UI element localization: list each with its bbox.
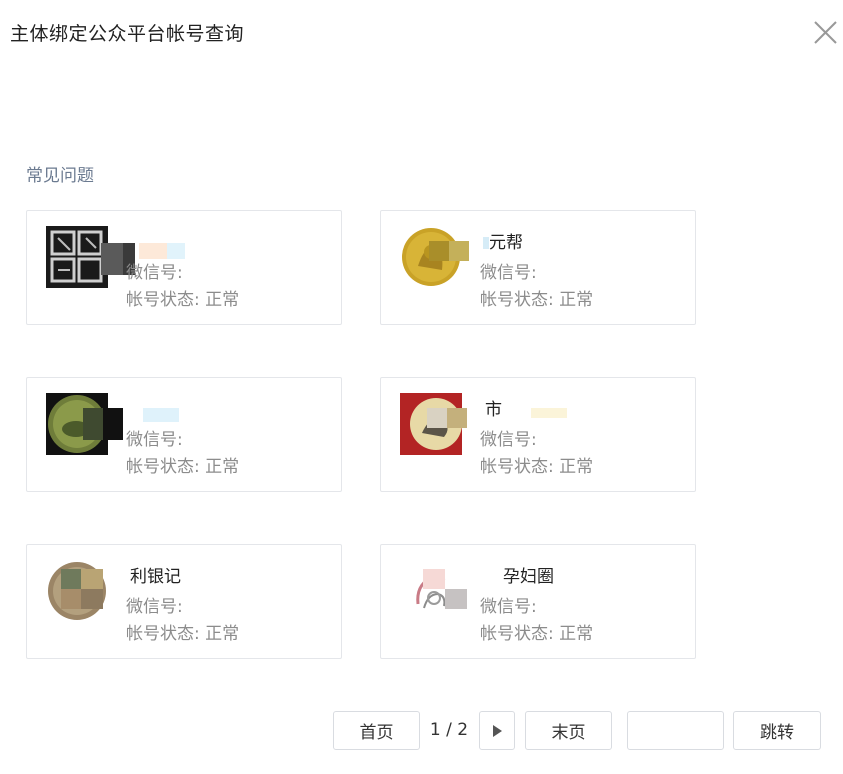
account-name: 市	[485, 400, 502, 420]
page-jump-input[interactable]	[627, 711, 724, 750]
jump-button[interactable]: 跳转	[733, 711, 821, 750]
section-label: 常见问题	[26, 166, 94, 186]
redaction-block	[167, 243, 185, 259]
account-status: 帐号状态: 正常	[126, 624, 240, 644]
first-page-button[interactable]: 首页	[333, 711, 420, 750]
account-status: 帐号状态: 正常	[480, 290, 594, 310]
account-wechat-id: 微信号:	[126, 430, 183, 450]
account-name: 孕妇圈	[503, 567, 554, 587]
redaction-block	[81, 589, 103, 609]
account-wechat-id: 微信号:	[480, 263, 537, 283]
redaction-block	[61, 569, 81, 589]
next-page-button[interactable]	[479, 711, 515, 750]
account-status: 帐号状态: 正常	[126, 290, 240, 310]
page-indicator: 1 / 2	[429, 720, 469, 740]
account-status: 帐号状态: 正常	[480, 624, 594, 644]
redaction-block	[445, 589, 467, 609]
redaction-block	[103, 408, 123, 440]
seal-stamp-avatar	[46, 226, 108, 288]
redaction-block	[143, 408, 179, 422]
close-icon[interactable]	[810, 17, 840, 47]
redaction-block	[139, 243, 167, 259]
redaction-block	[531, 408, 567, 418]
account-status: 帐号状态: 正常	[480, 457, 594, 477]
account-wechat-id: 微信号:	[126, 263, 183, 283]
last-page-button[interactable]: 末页	[525, 711, 612, 750]
redaction-block	[429, 241, 449, 261]
redaction-block	[423, 569, 445, 589]
account-card[interactable]: 微信号: 帐号状态: 正常	[26, 377, 342, 492]
triangle-right-icon	[493, 724, 502, 737]
redaction-block	[427, 408, 447, 428]
account-card[interactable]: 孕妇圈 微信号: 帐号状态: 正常	[380, 544, 696, 659]
account-card[interactable]: 元帮 微信号: 帐号状态: 正常	[380, 210, 696, 325]
dialog-title: 主体绑定公众平台帐号查询	[10, 23, 245, 45]
account-status: 帐号状态: 正常	[126, 457, 240, 477]
redaction-block	[61, 589, 81, 609]
account-card[interactable]: 利银记 微信号: 帐号状态: 正常	[26, 544, 342, 659]
account-wechat-id: 微信号:	[126, 597, 183, 617]
account-card[interactable]: 市 微信号: 帐号状态: 正常	[380, 377, 696, 492]
account-wechat-id: 微信号:	[480, 430, 537, 450]
redaction-block	[83, 408, 103, 440]
redaction-block	[447, 408, 467, 428]
account-wechat-id: 微信号:	[480, 597, 537, 617]
account-name: 利银记	[130, 567, 181, 587]
account-name: 元帮	[489, 233, 523, 253]
redaction-block	[81, 569, 103, 589]
account-card[interactable]: 微信号: 帐号状态: 正常	[26, 210, 342, 325]
redaction-block	[449, 241, 469, 261]
redaction-block	[101, 243, 123, 275]
